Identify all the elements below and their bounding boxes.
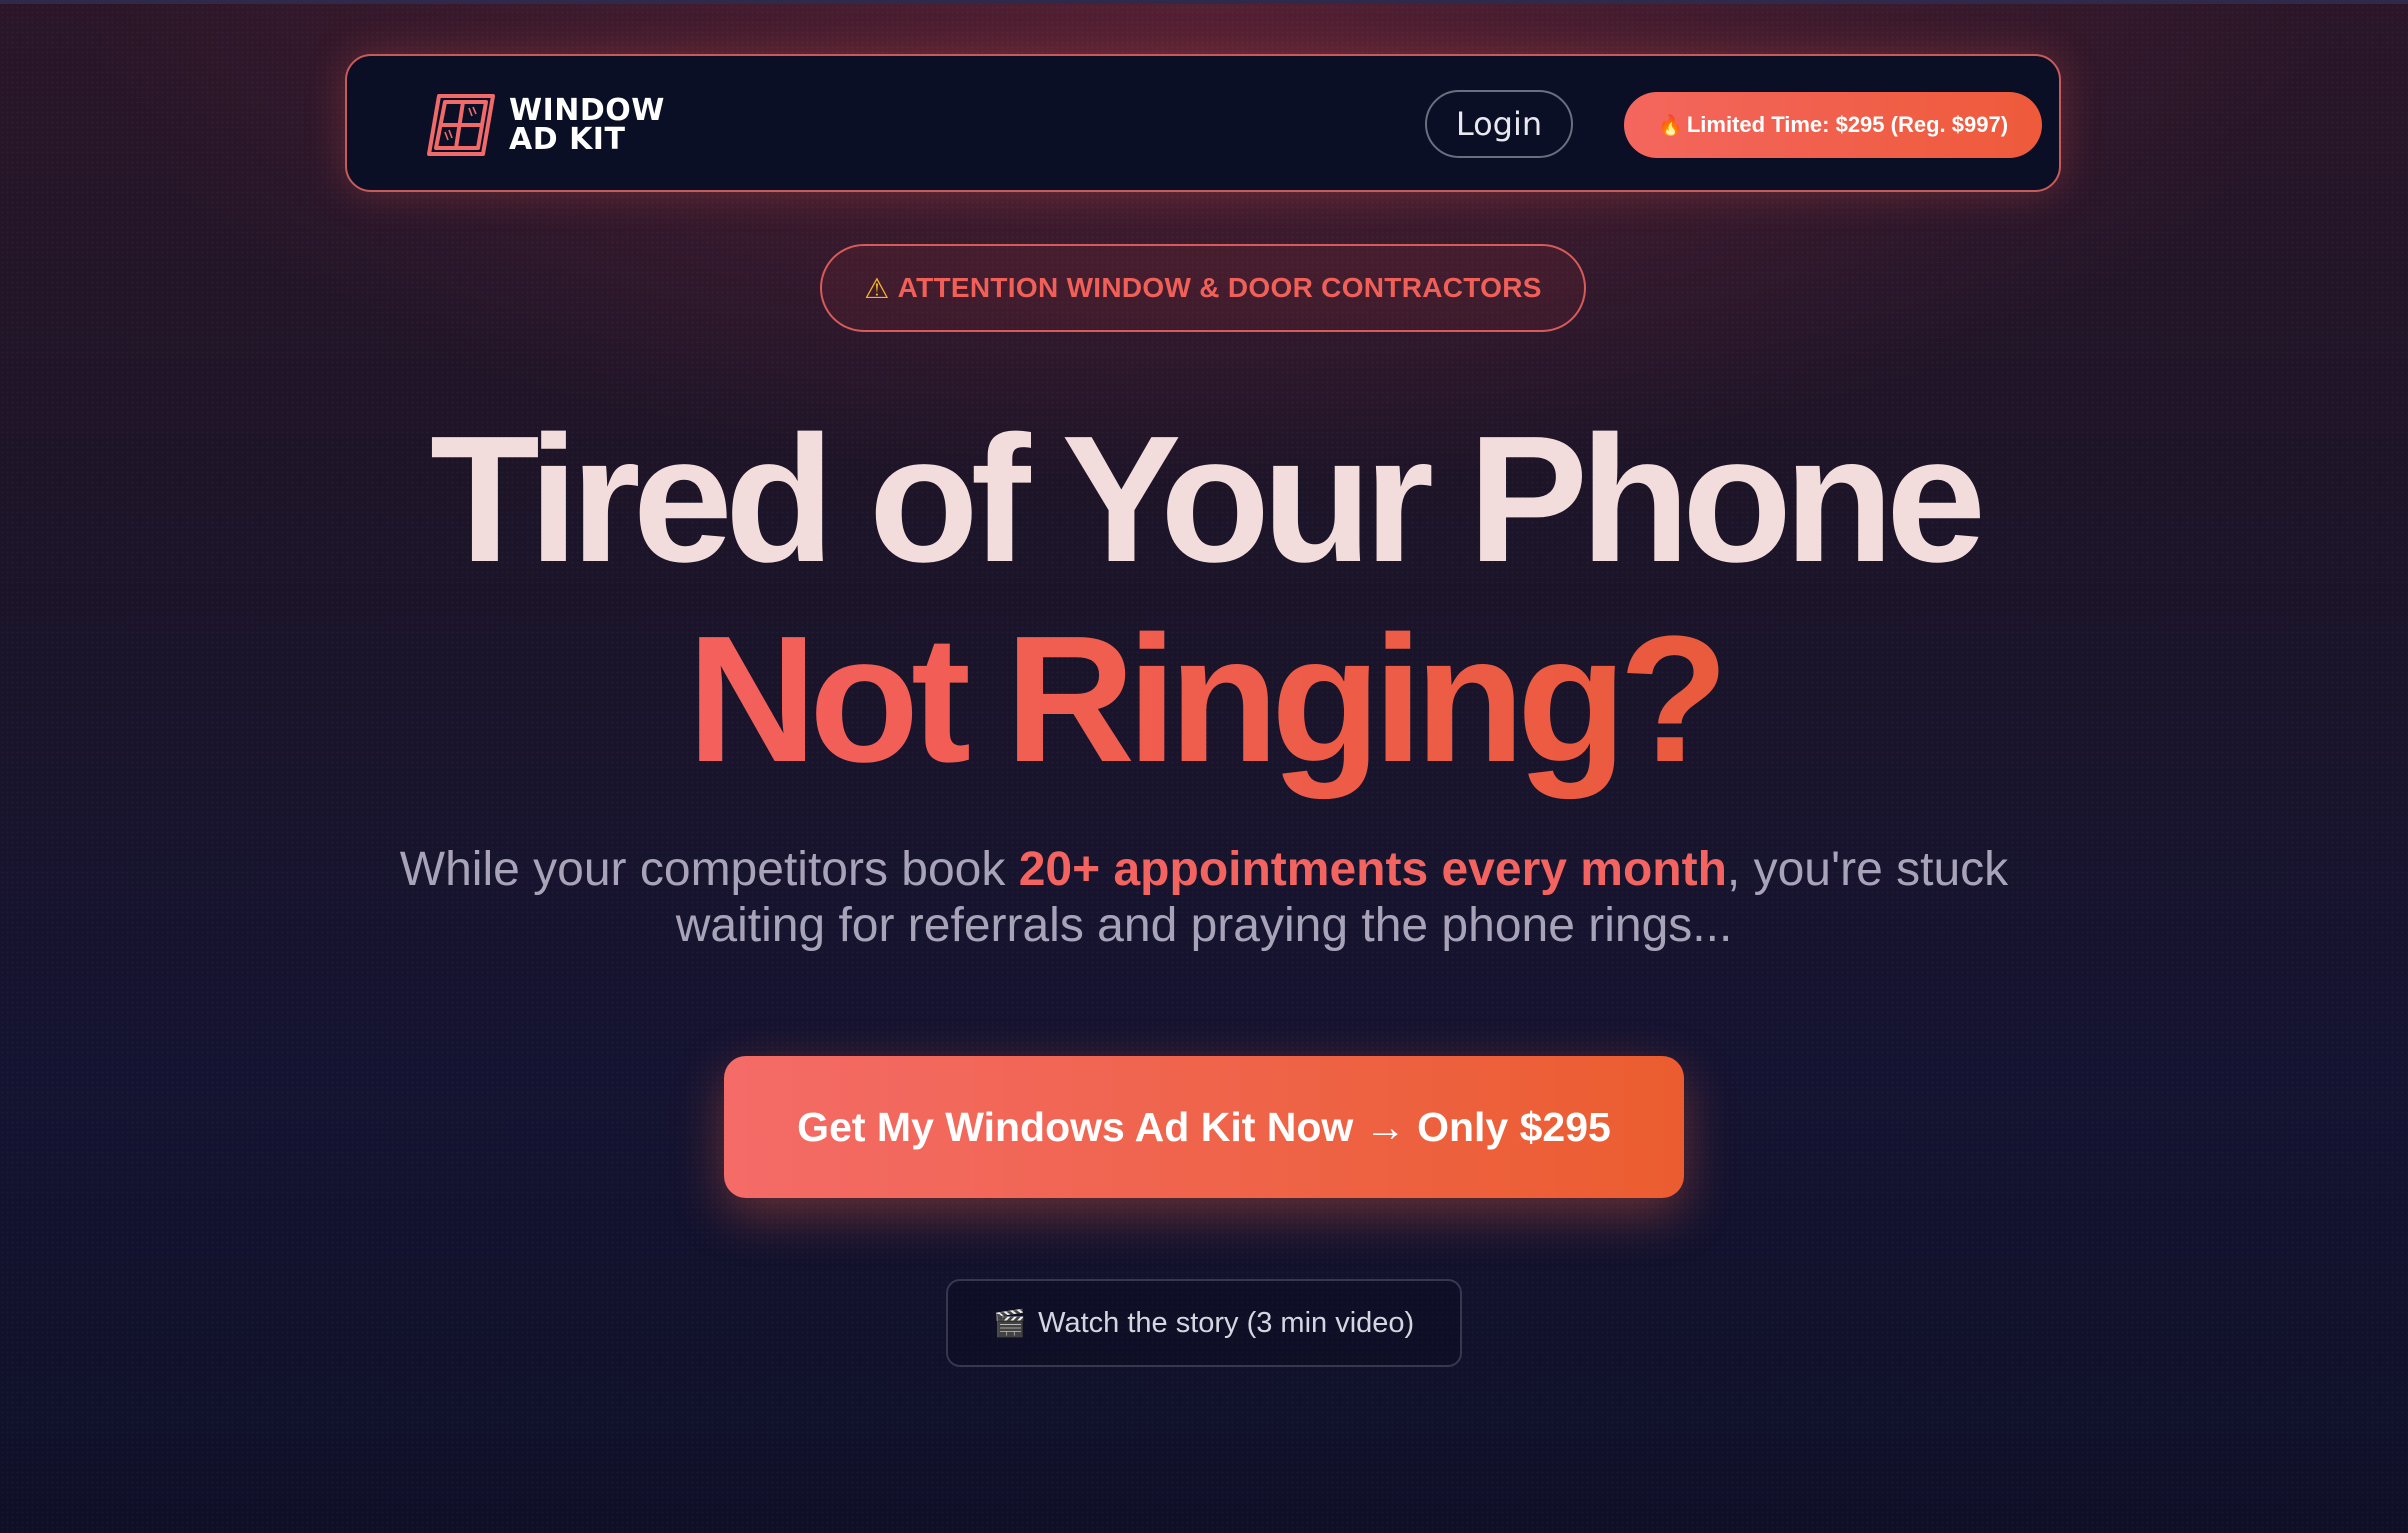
logo-line-1: WINDOW [509,93,665,128]
subtext-start: While your competitors book [399,843,1019,896]
logo-line-2: AD KIT [509,122,626,157]
logo-text: WINDOW AD KIT [509,93,665,157]
attention-badge-label: ATTENTION WINDOW & DOOR CONTRACTORS [897,272,1542,303]
headline-line-1: Tired of Your Phone [429,399,1986,600]
watch-video-label: Watch the story (3 min video) [1038,1306,1415,1339]
navbar: WINDOW AD KIT Login 🔥 Limited Time: $295… [345,54,2061,192]
promo-label: Limited Time: $295 (Reg. $997) [1686,112,2009,137]
login-button[interactable]: Login [1425,90,1573,158]
attention-badge: ⚠ ATTENTION WINDOW & DOOR CONTRACTORS [820,244,1586,332]
window-frame-icon [427,94,495,156]
headline-accent-text: Not Ringing? [687,599,1729,800]
limited-time-offer-button[interactable]: 🔥 Limited Time: $295 (Reg. $997) [1624,92,2042,158]
clapperboard-icon: 🎬 [993,1307,1027,1338]
subtext-highlight: 20+ appointments every month [1018,843,1727,896]
fire-icon: 🔥 [1657,114,1683,137]
logo[interactable]: WINDOW AD KIT [425,92,665,158]
watch-video-button[interactable]: 🎬 Watch the story (3 min video) [946,1279,1462,1367]
hero-subtext: While your competitors book 20+ appointm… [380,842,2028,954]
warning-icon: ⚠ [864,272,890,304]
get-ad-kit-button[interactable]: Get My Windows Ad Kit Now → Only $295 [724,1056,1684,1198]
headline-line-2: Not Ringing? [0,600,2408,800]
top-border [0,0,2408,4]
